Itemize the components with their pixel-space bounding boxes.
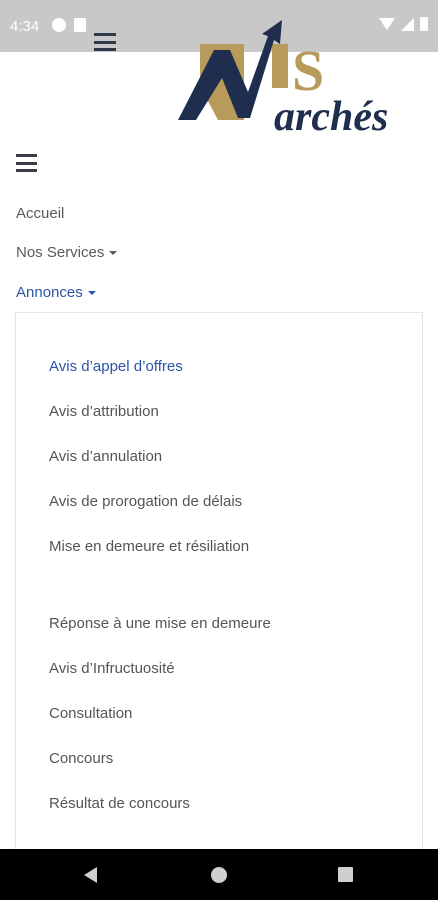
dropdown-item-avis-annulation[interactable]: Avis d’annulation	[49, 448, 162, 465]
menu-toggle-icon[interactable]	[16, 154, 37, 172]
home-icon[interactable]	[211, 867, 227, 883]
back-icon[interactable]	[84, 867, 97, 883]
dropdown-item-consultation[interactable]: Consultation	[49, 705, 132, 722]
logo-graphic: S archés	[178, 20, 388, 140]
dropdown-item-avis-attribution[interactable]: Avis d’attribution	[49, 403, 159, 420]
dropdown-item-avis-appel-offres[interactable]: Avis d’appel d’offres	[49, 358, 183, 375]
annonces-dropdown: Avis d’appel d’offres Avis d’attribution…	[15, 312, 423, 862]
nav-annonces-label: Annonces	[16, 284, 83, 301]
dropdown-item-reponse-mise-en-demeure[interactable]: Réponse à une mise en demeure	[49, 615, 271, 632]
nav-services-label: Nos Services	[16, 244, 105, 261]
dropdown-item-avis-infructuosite[interactable]: Avis d’Infructuosité	[49, 660, 175, 677]
dropdown-item-mise-en-demeure[interactable]: Mise en demeure et résiliation	[49, 538, 249, 555]
recents-icon[interactable]	[338, 867, 353, 882]
battery-icon	[420, 17, 428, 31]
caret-down-icon	[87, 291, 96, 296]
dropdown-item-resultat-concours[interactable]: Résultat de concours	[49, 795, 190, 812]
dropdown-item-concours[interactable]: Concours	[49, 750, 113, 767]
nav-annonces[interactable]: Annonces	[16, 284, 96, 301]
nav-accueil[interactable]: Accueil	[16, 205, 64, 222]
status-time: 4:34	[10, 18, 40, 35]
notification-icon	[52, 18, 66, 32]
svg-text:archés: archés	[274, 94, 388, 134]
system-navigation-bar	[0, 849, 438, 900]
nav-services[interactable]: Nos Services	[16, 244, 118, 261]
signal-icon	[401, 17, 414, 31]
site-logo[interactable]: S archés	[178, 14, 393, 140]
sd-card-icon	[74, 18, 86, 32]
dropdown-item-avis-prorogation[interactable]: Avis de prorogation de délais	[49, 493, 242, 510]
caret-down-icon	[109, 251, 118, 256]
nav-accueil-label: Accueil	[16, 205, 65, 222]
hamburger-menu-icon[interactable]	[94, 33, 116, 51]
